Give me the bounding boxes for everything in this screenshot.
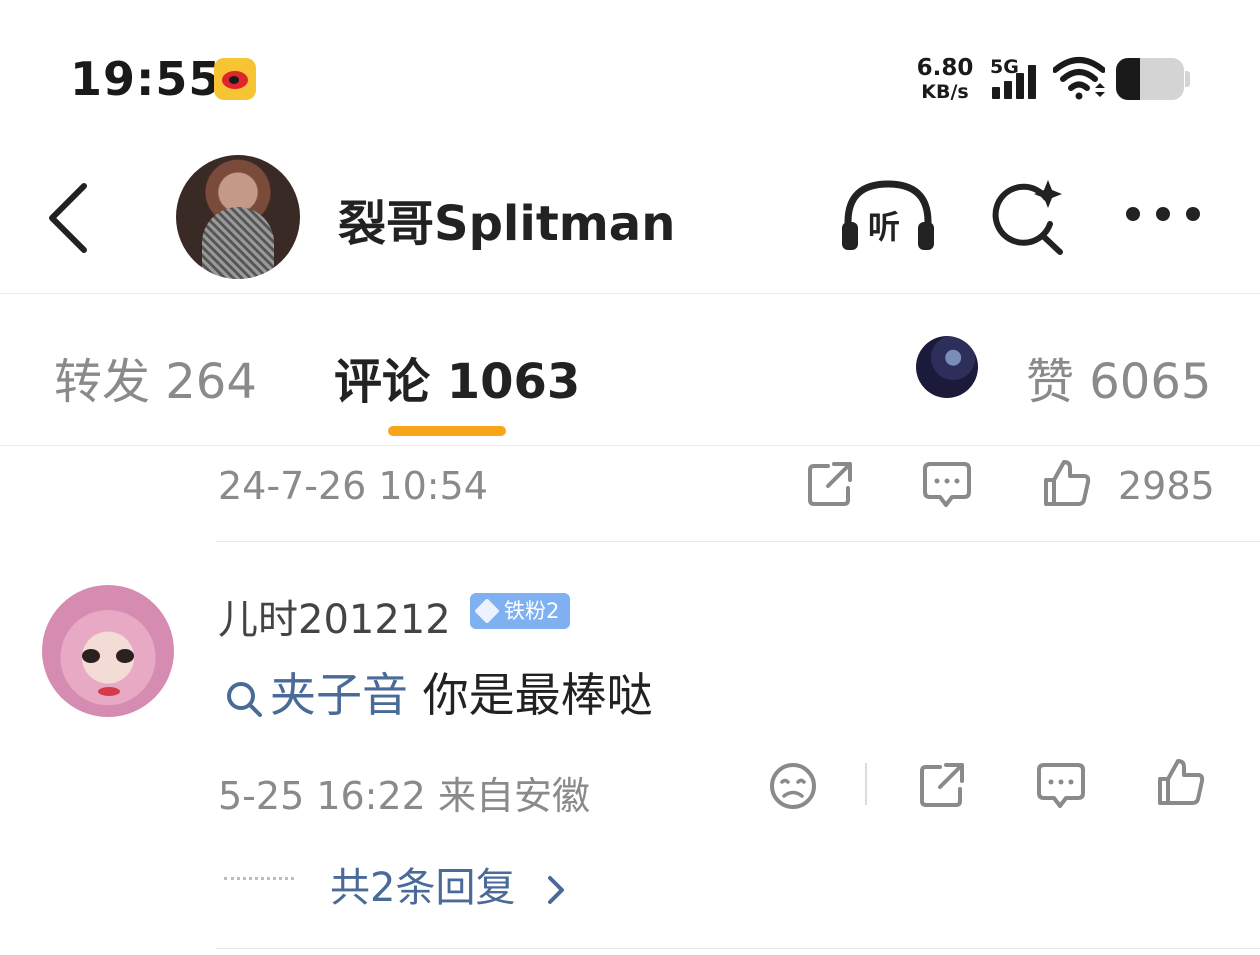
cellular-signal-icon: 5G	[990, 56, 1042, 102]
share-icon	[808, 462, 852, 506]
share-icon	[920, 763, 964, 807]
back-chevron-icon	[49, 183, 87, 253]
wifi-icon	[1052, 56, 1106, 100]
previous-comment-footer: 24-7-26 10:54 2985	[216, 446, 1260, 542]
share-button[interactable]	[918, 761, 966, 813]
comment-item: 儿时201212 铁粉2 夹子音 你是最棒哒 5-25 16:22 来自安徽 共…	[0, 543, 1260, 950]
like-button[interactable]	[1156, 757, 1206, 811]
reply-button[interactable]	[922, 460, 972, 514]
network-speed-value: 6.80	[916, 55, 974, 81]
commenter-avatar[interactable]	[42, 585, 174, 717]
network-speed: 6.80 KB/s	[914, 56, 976, 104]
author-name[interactable]: 裂哥Splitman	[338, 184, 675, 254]
commenter-name[interactable]: 儿时201212	[218, 587, 451, 645]
search-icon	[227, 681, 262, 717]
view-replies-link[interactable]: 共2条回复	[330, 855, 572, 913]
tab-like[interactable]: 赞 6065	[1026, 342, 1211, 412]
battery-icon	[1116, 58, 1190, 100]
like-count: 2985	[1118, 464, 1215, 508]
dotted-divider	[224, 877, 294, 880]
topic-link[interactable]: 夹子音	[224, 668, 408, 722]
tab-bar: 转发 264 评论 1063 赞 6065	[0, 294, 1260, 446]
comment-timestamp: 5-25 16:22	[218, 774, 426, 818]
tab-repost[interactable]: 转发 264	[54, 342, 257, 412]
thumbs-up-icon	[1044, 460, 1091, 506]
back-button[interactable]	[40, 180, 100, 260]
more-button[interactable]	[1124, 200, 1204, 230]
like-button[interactable]	[1042, 458, 1092, 512]
weibo-icon	[214, 58, 256, 100]
comment-divider	[216, 948, 1260, 949]
fan-badge-label: 铁粉2	[504, 599, 560, 623]
share-button[interactable]	[806, 460, 854, 512]
chevron-right-icon	[548, 876, 565, 904]
fan-badge[interactable]: 铁粉2	[470, 593, 570, 629]
active-tab-indicator	[388, 426, 506, 436]
comment-icon	[1037, 763, 1085, 808]
search-button[interactable]	[988, 178, 1070, 258]
comment-icon	[923, 462, 971, 507]
ai-search-icon	[992, 180, 1063, 255]
listen-button[interactable]: 听	[838, 178, 938, 258]
post-header: 裂哥Splitman 听	[0, 150, 1260, 294]
network-speed-unit: KB/s	[921, 81, 969, 103]
comment-body: 你是最棒哒	[408, 668, 653, 722]
sad-face-icon	[770, 763, 816, 809]
liker-avatar[interactable]	[916, 336, 978, 398]
replies-link-label: 共2条回复	[330, 865, 516, 911]
status-bar: 19:55 6.80 KB/s 5G	[0, 0, 1260, 150]
author-avatar[interactable]	[176, 155, 300, 279]
dislike-button[interactable]	[768, 761, 818, 815]
thumbs-up-icon	[1158, 759, 1205, 805]
network-type: 5G	[990, 56, 1019, 78]
diamond-icon	[474, 598, 500, 624]
microphone-image	[202, 207, 274, 279]
reply-button[interactable]	[1036, 761, 1086, 815]
tab-comment[interactable]: 评论 1063	[334, 342, 580, 412]
more-dot	[1186, 207, 1200, 221]
more-dot	[1156, 207, 1170, 221]
action-divider	[865, 763, 867, 805]
comment-timestamp: 24-7-26 10:54	[218, 464, 488, 508]
status-time: 19:55	[70, 52, 222, 106]
topic-label: 夹子音	[270, 668, 408, 722]
comment-meta: 5-25 16:22 来自安徽	[218, 765, 590, 820]
listen-label: 听	[868, 208, 901, 246]
comment-location: 来自安徽	[437, 774, 590, 818]
comment-text: 夹子音 你是最棒哒	[224, 659, 653, 725]
more-dot	[1126, 207, 1140, 221]
